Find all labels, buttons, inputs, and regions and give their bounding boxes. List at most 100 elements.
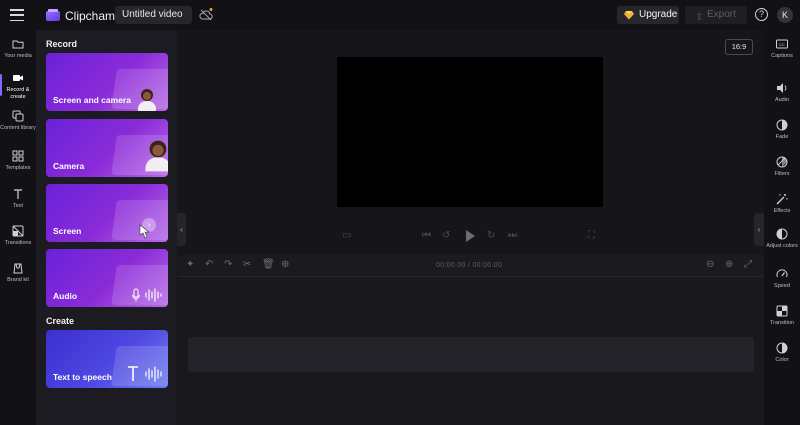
captions-icon: CC [776, 39, 788, 49]
menu-icon[interactable] [8, 7, 26, 23]
top-bar: Clipchamp Untitled video Upgrade ⇪ Expor… [0, 0, 800, 30]
video-camera-icon [13, 75, 23, 81]
prop-adjust-colors[interactable]: Adjust colors [764, 228, 800, 250]
nav-label: Content library [0, 125, 36, 131]
magic-icon[interactable]: ✦ [186, 259, 194, 270]
undo-icon[interactable]: ↶ [205, 259, 213, 270]
prop-label: Audio [774, 97, 790, 103]
prop-filters[interactable]: Filters [764, 156, 800, 178]
timecode: 00:00.00 / 00:00.00 [436, 262, 503, 269]
help-icon[interactable]: ? [755, 8, 768, 21]
zoom-in-icon[interactable]: ⊕ [725, 259, 733, 270]
nav-label: Transitions [4, 240, 32, 246]
nav-label: Your media [4, 53, 32, 59]
app-name: Clipchamp [65, 9, 122, 23]
collapse-panel-button[interactable]: ‹ [177, 213, 186, 246]
clipchamp-app: Clipchamp Untitled video Upgrade ⇪ Expor… [0, 0, 800, 425]
library-icon [12, 110, 24, 122]
prop-audio[interactable]: Audio [764, 82, 800, 104]
person-thumbnail [145, 140, 168, 172]
fullscreen-icon[interactable]: ⛶ [588, 230, 595, 241]
text-icon [14, 189, 22, 199]
redo-icon[interactable]: ↷ [224, 259, 232, 270]
prop-label: Filters [774, 171, 790, 177]
card-audio[interactable]: Audio [46, 249, 168, 307]
play-icon[interactable] [466, 230, 475, 242]
card-label: Camera [53, 161, 85, 171]
prop-captions[interactable]: CC Captions [764, 38, 800, 60]
upload-icon: ⇪ [695, 12, 704, 23]
svg-text:CC: CC [779, 42, 785, 47]
nav-transitions[interactable]: Transitions [0, 225, 36, 247]
avatar[interactable]: K [777, 7, 793, 23]
prop-label: Effects [773, 208, 791, 214]
prop-label: Adjust colors [766, 243, 798, 249]
cloud-sync-icon[interactable] [199, 8, 213, 22]
delete-icon[interactable]: 🗑 [262, 259, 275, 270]
brand-kit-icon [13, 263, 23, 274]
card-screen[interactable]: › Screen [46, 184, 168, 242]
nav-label: Brand kit [7, 277, 29, 283]
prop-label: Transition [770, 320, 794, 326]
prop-fade[interactable]: Fade [764, 119, 800, 141]
adjust-colors-icon [776, 228, 788, 240]
upgrade-label: Upgrade [639, 9, 678, 20]
speedometer-icon [776, 269, 788, 278]
nav-label: Templates [5, 165, 31, 171]
project-title-input[interactable]: Untitled video [115, 6, 192, 24]
text-to-speech-icon [128, 366, 162, 382]
fade-icon [776, 119, 788, 131]
prop-label: Speed [774, 283, 790, 289]
nav-templates[interactable]: Templates [0, 150, 36, 172]
nav-label: Text [12, 203, 24, 209]
left-nav-rail: Your media Record & create Content libra… [0, 30, 36, 425]
record-create-panel: Record Screen and camera Camera › Screen [36, 30, 177, 425]
export-button[interactable]: ⇪ Export [685, 6, 747, 24]
upgrade-button[interactable]: Upgrade [617, 6, 679, 24]
screenshot-icon[interactable]: ▭ [342, 230, 351, 241]
nav-your-media[interactable]: Your media [0, 38, 36, 60]
card-label: Audio [53, 291, 78, 301]
folder-icon [12, 40, 24, 49]
skip-forward-icon[interactable]: ⏭ [508, 230, 517, 241]
prop-transition[interactable]: Transition [764, 305, 800, 327]
export-label: Export [707, 9, 736, 20]
card-text-to-speech[interactable]: Text to speech [46, 330, 168, 388]
video-preview-canvas [337, 57, 603, 207]
card-label: Text to speech [53, 372, 112, 382]
card-label: Screen [53, 226, 82, 236]
nav-text[interactable]: Text [0, 188, 36, 210]
nav-brand-kit[interactable]: Brand kit [0, 262, 36, 284]
prop-color[interactable]: Color [764, 342, 800, 364]
timeline-track[interactable] [188, 337, 754, 372]
prop-label: Captions [771, 53, 793, 59]
split-icon[interactable]: ✂ [243, 259, 251, 270]
record-heading: Record [46, 39, 78, 49]
right-properties-rail: CC Captions Audio Fade Filters Effects A… [764, 30, 800, 425]
nav-content-library[interactable]: Content library [0, 110, 36, 132]
rewind-5-icon[interactable]: ↺ [442, 230, 450, 241]
templates-icon [12, 150, 24, 162]
prop-label: Color [775, 357, 789, 363]
collapse-properties-button[interactable]: ‹ [754, 213, 764, 246]
forward-5-icon[interactable]: ↻ [487, 230, 495, 241]
magic-wand-icon [776, 194, 788, 205]
nav-record-create[interactable]: Record & create [0, 72, 36, 100]
clipchamp-logo-icon [46, 9, 60, 21]
fit-timeline-icon[interactable]: ⤢ [744, 259, 752, 270]
zoom-out-icon[interactable]: ⊖ [706, 259, 714, 270]
prop-speed[interactable]: Speed [764, 268, 800, 290]
card-screen-and-camera[interactable]: Screen and camera [46, 53, 168, 111]
skip-back-icon[interactable]: ⏮ [422, 230, 431, 241]
prop-effects[interactable]: Effects [764, 193, 800, 215]
create-heading: Create [46, 316, 75, 326]
cursor-hand-icon [139, 224, 150, 239]
card-camera[interactable]: Camera [46, 119, 168, 177]
nav-label: Record & create [6, 87, 30, 100]
diamond-icon [624, 11, 634, 20]
speaker-icon [777, 83, 787, 93]
transition-icon [776, 305, 788, 317]
microphone-icon [132, 288, 162, 302]
add-media-icon[interactable]: ⊕ [281, 259, 289, 270]
aspect-ratio-button[interactable]: 16:9 [725, 39, 753, 55]
